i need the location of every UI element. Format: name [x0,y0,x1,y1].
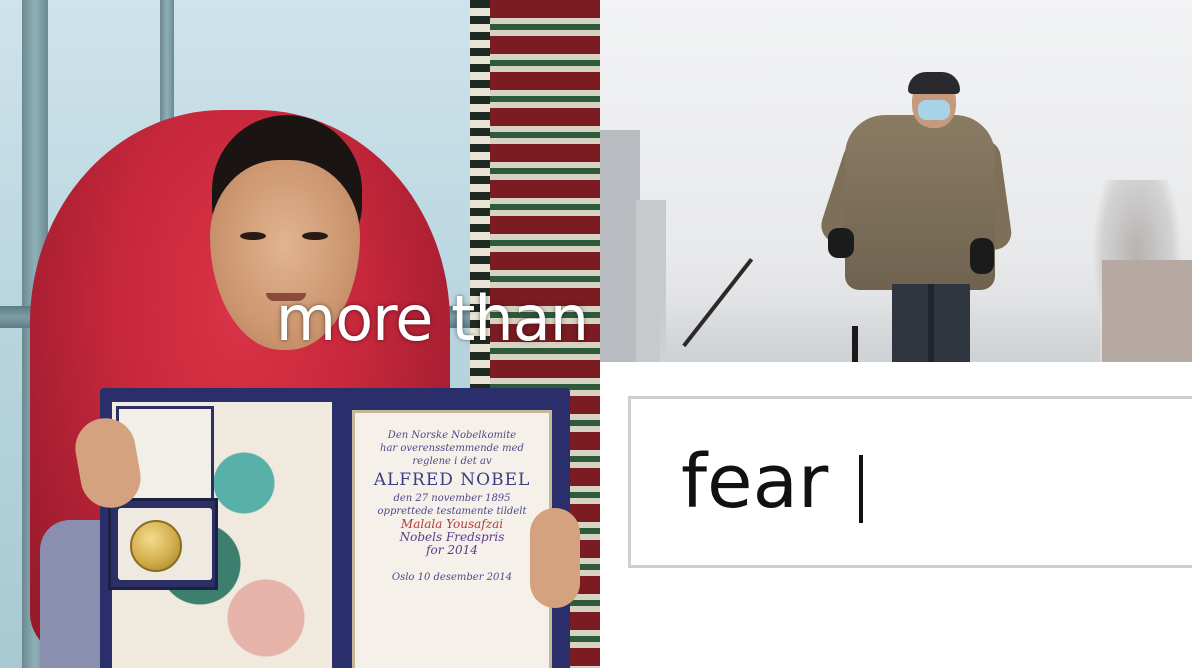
protest-scene [600,0,1192,362]
building [1102,260,1192,362]
gold-medal [130,520,182,572]
legs [892,284,970,362]
certificate-name: ALFRED NOBEL [373,470,531,490]
eye [302,232,328,240]
building [600,130,640,362]
certificate-year: for 2014 [426,544,478,557]
certificate-prize: Nobels Fredspris [399,531,505,544]
certificate-line: reglene i det av [412,456,492,467]
split-frame: Den Norske Nobelkomite har overensstemme… [0,0,1192,668]
certificate-line: opprettede testamente tildelt [377,506,527,517]
diploma-text-page: Den Norske Nobelkomite har overensstemme… [352,410,552,668]
glove [828,228,854,258]
glove [970,238,994,274]
certificate-line: har overensstemmende med [380,443,524,454]
certificate-laureate: Malala Yousafzai [400,518,504,531]
certificate-footer: Oslo 10 desember 2014 [391,572,513,583]
knit-hat [908,72,960,94]
right-video-panel: fear [600,0,1192,668]
hand [530,508,580,608]
certificate-line: Den Norske Nobelkomite [387,430,517,441]
face-mask [918,100,950,120]
left-video-panel: Den Norske Nobelkomite har overensstemme… [0,0,600,668]
post [852,326,858,362]
caption-more-than: more than [275,282,589,355]
certificate-line: den 27 november 1895 [393,493,511,504]
eye [240,232,266,240]
search-text: fear [681,439,829,525]
text-cursor [859,455,863,523]
smoke-haze [660,300,1100,362]
search-box[interactable]: fear [628,396,1192,568]
